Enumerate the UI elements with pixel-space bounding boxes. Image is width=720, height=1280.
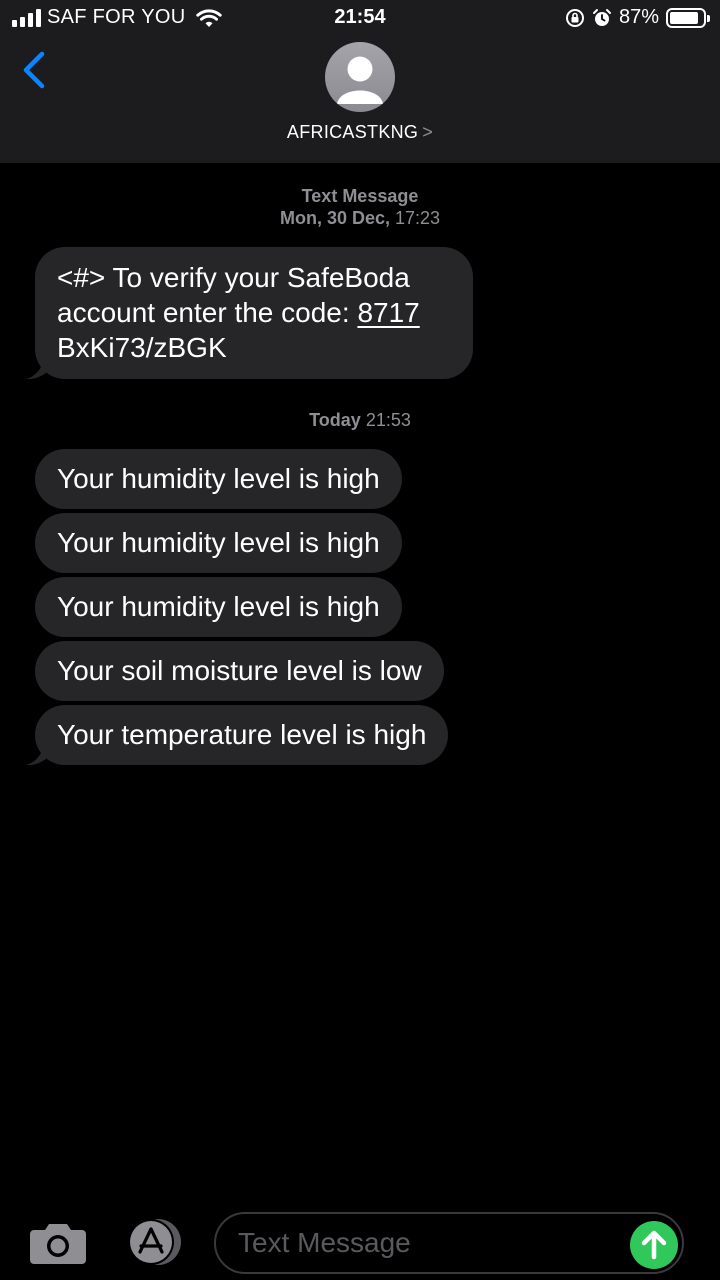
camera-icon (30, 1224, 86, 1264)
message-input[interactable] (238, 1222, 628, 1264)
arrow-up-icon (641, 1230, 667, 1260)
timestamp-time: 17:23 (395, 208, 441, 228)
timestamp-header: Today 21:53 (0, 410, 720, 431)
timestamp-time: 21:53 (365, 410, 411, 430)
otp-code-link[interactable]: 8717 (357, 297, 419, 328)
message-input-field[interactable] (214, 1212, 684, 1274)
message-composer (0, 1200, 720, 1280)
contact-name: AFRICASTKNG (286, 122, 419, 142)
message-type-label: Text Message (301, 186, 419, 206)
battery-percent: 87% (618, 6, 659, 28)
message-bubble[interactable]: Your humidity level is high (35, 449, 402, 509)
status-right: 87% (565, 6, 710, 29)
back-button[interactable] (18, 50, 52, 90)
app-store-icon (128, 1219, 181, 1265)
chevron-left-icon (23, 51, 45, 89)
message-bubble[interactable]: Your soil moisture level is low (35, 641, 444, 701)
timestamp-date: Mon, 30 Dec, (279, 208, 390, 228)
timestamp-header: Mon, 30 Dec, 17:23 (0, 208, 720, 229)
message-bubble[interactable]: Your humidity level is high (35, 513, 402, 573)
bubble-tail-icon (26, 738, 52, 766)
message-bubble[interactable]: Your humidity level is high (35, 577, 402, 637)
timestamp-date: Today (309, 410, 361, 430)
contact-avatar[interactable] (325, 42, 395, 112)
orientation-lock-icon (565, 8, 584, 27)
message-bubble[interactable]: Your temperature level is high (35, 705, 449, 765)
camera-button[interactable] (30, 1222, 86, 1264)
person-icon (337, 56, 383, 104)
bubble-tail-icon (26, 352, 52, 380)
status-bar: SAF FOR YOU 21:54 87% (0, 0, 720, 36)
contact-name-button[interactable]: AFRICASTKNG > (0, 122, 720, 143)
app-store-button[interactable] (122, 1218, 184, 1266)
message-bubble-otp[interactable]: <#> To verify your SafeBoda account ente… (35, 247, 473, 379)
otp-text-after: BxKi73/zBGK (57, 332, 227, 363)
battery-icon (666, 7, 710, 28)
chevron-right-icon: > (422, 122, 434, 142)
send-button[interactable] (630, 1221, 678, 1269)
alarm-icon (592, 8, 611, 26)
conversation-header: SAF FOR YOU 21:54 87% AFRICASTKNG > (0, 0, 720, 163)
